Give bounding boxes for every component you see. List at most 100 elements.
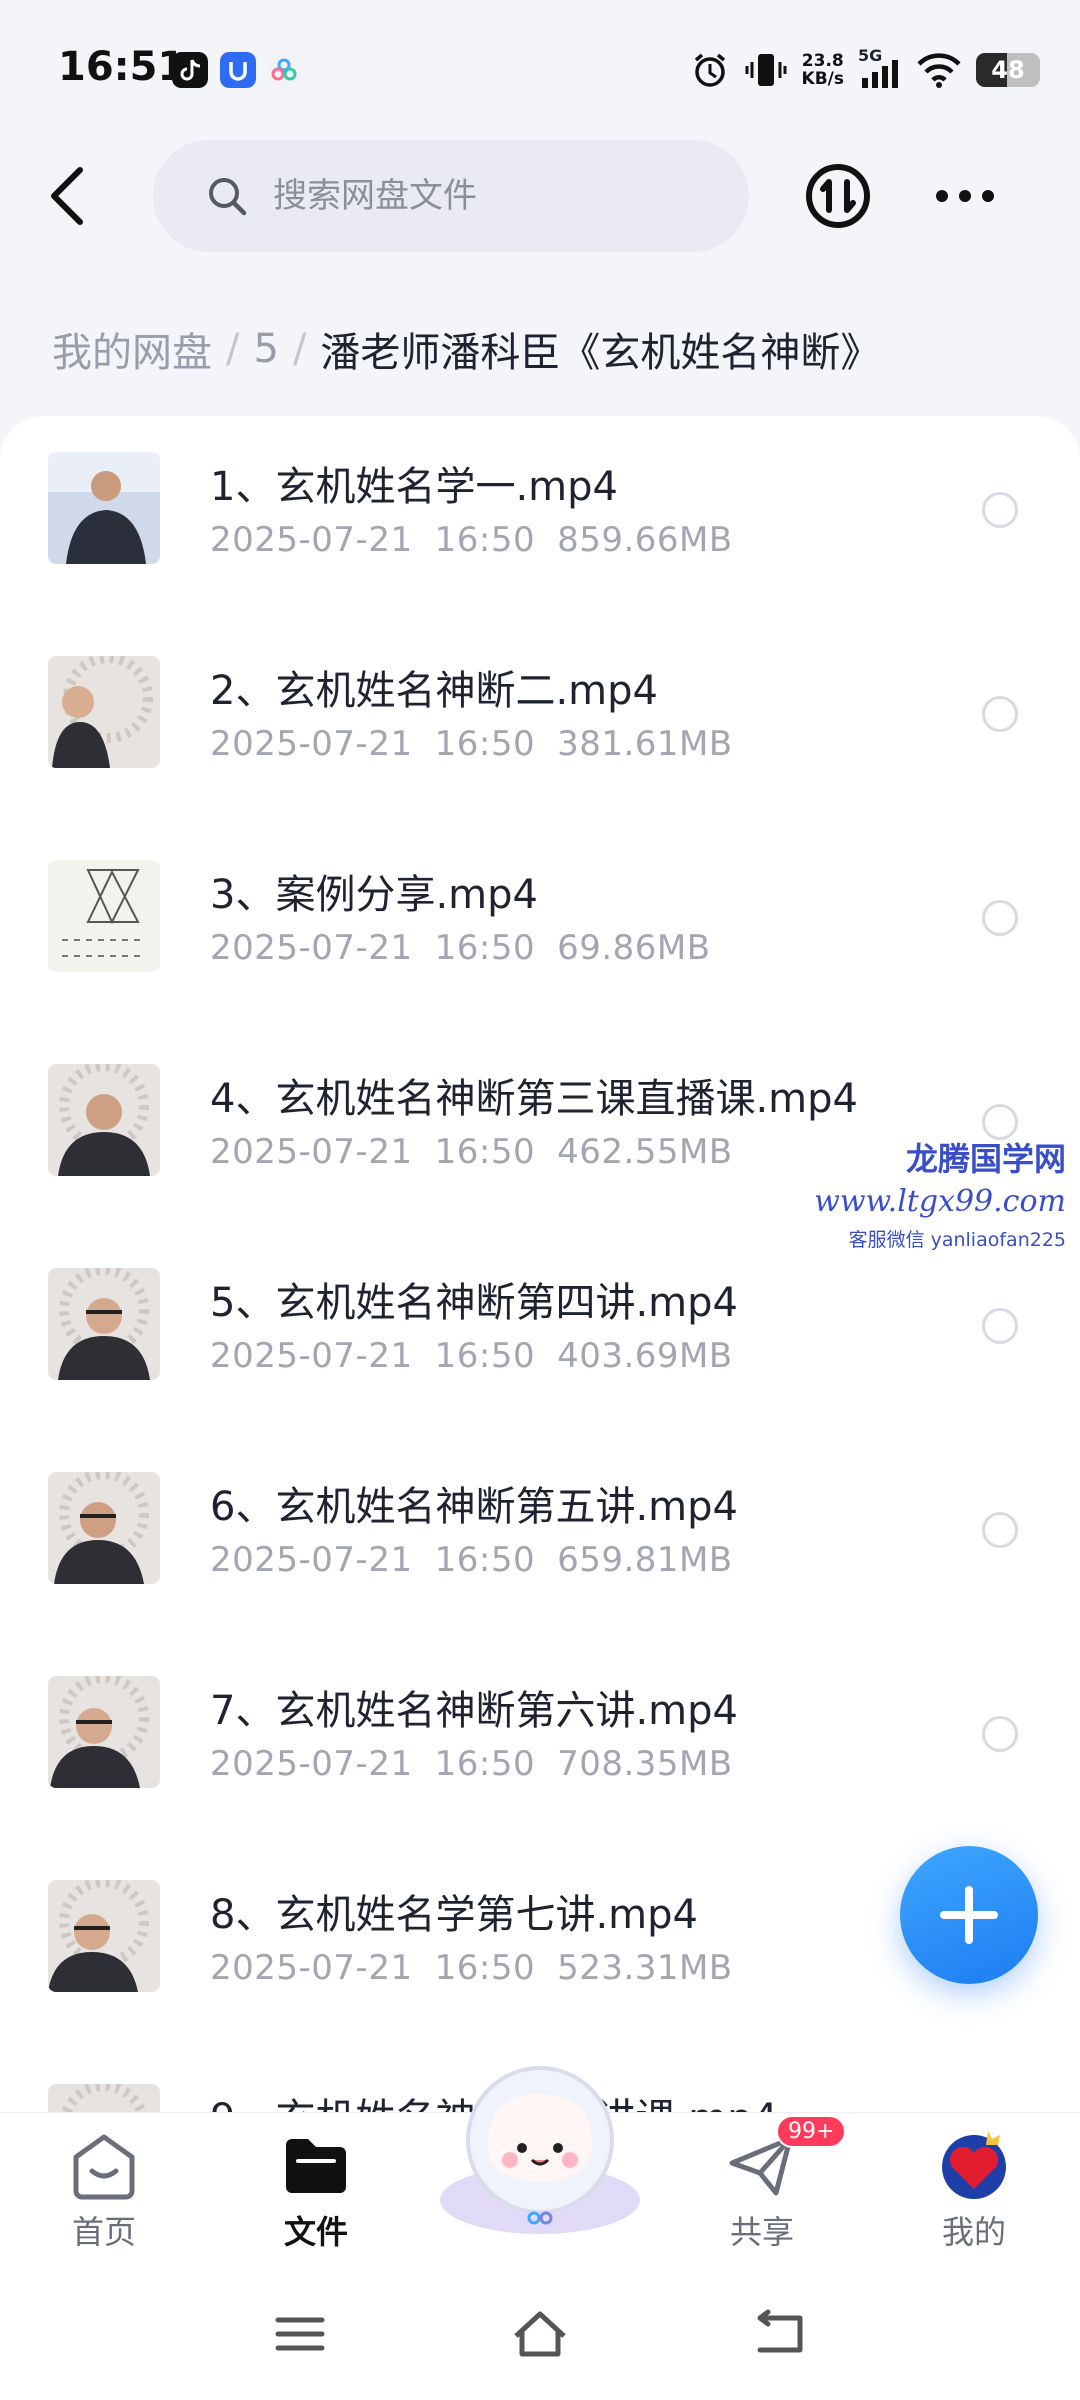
select-checkbox[interactable] [982,492,1018,528]
file-meta: 2025-07-21 16:50 708.35MB [210,1744,733,1784]
watermark: 龙腾国学网 www.ltgx99.com 客服微信 yanliaofan225 [806,1134,1066,1252]
file-size: 708.35MB [557,1744,733,1784]
search-icon [209,178,247,216]
file-row[interactable]: 7、玄机姓名神断第六讲.mp4 2025-07-21 16:50 708.35MB [0,1640,1080,1844]
search-bar[interactable] [153,140,749,252]
file-date: 2025-07-21 [210,1336,413,1376]
file-row[interactable]: 5、玄机姓名神断第四讲.mp4 2025-07-21 16:50 403.69MB [0,1232,1080,1436]
select-checkbox[interactable] [982,696,1018,732]
file-time: 16:50 [434,1744,536,1784]
video-thumbnail [48,1676,160,1788]
file-row[interactable]: 3、案例分享.mp4 2025-07-21 16:50 69.86MB [0,824,1080,1028]
battery-indicator: 48 [976,53,1040,87]
file-date: 2025-07-21 [210,724,413,764]
file-size: 859.66MB [557,520,733,560]
video-thumbnail [48,452,160,564]
battery-level: 48 [991,56,1025,84]
file-name: 3、案例分享.mp4 [210,872,538,918]
file-meta: 2025-07-21 16:50 462.55MB [210,1132,733,1172]
share-badge: 99+ [776,2115,847,2148]
select-checkbox[interactable] [982,1716,1018,1752]
nav-files[interactable]: 文件 [246,2127,386,2253]
cellular-signal: 5G [858,46,902,90]
watermark-contact: 客服微信 yanliaofan225 [848,1229,1066,1251]
file-name: 1、玄机姓名学一.mp4 [210,464,618,510]
file-size: 403.69MB [557,1336,733,1376]
nav-home[interactable]: 首页 [34,2127,174,2253]
file-date: 2025-07-21 [210,1132,413,1172]
breadcrumb-separator: / [226,326,240,372]
file-date: 2025-07-21 [210,1744,413,1784]
nav-mine[interactable]: 我的 [904,2127,1044,2253]
alarm-icon [694,53,725,87]
file-name: 2、玄机姓名神断二.mp4 [210,668,658,714]
add-button[interactable] [900,1846,1038,1984]
vibrate-icon [745,54,787,86]
file-time: 16:50 [434,1132,536,1172]
file-name: 8、玄机姓名学第七讲.mp4 [210,1892,698,1938]
select-checkbox[interactable] [982,1512,1018,1548]
file-meta: 2025-07-21 16:50 403.69MB [210,1336,733,1376]
home-icon [73,2134,135,2200]
select-checkbox[interactable] [982,1308,1018,1344]
menu-icon[interactable] [270,2304,330,2364]
nav-share[interactable]: 99+ 共享 [692,2115,847,2253]
file-date: 2025-07-21 [210,1948,413,1988]
home-nav-icon[interactable] [510,2304,570,2364]
folder-icon [286,2139,346,2193]
wifi-icon [917,53,961,88]
file-time: 16:50 [434,520,536,560]
video-thumbnail [48,1472,160,1584]
file-date: 2025-07-21 [210,1540,413,1580]
file-row[interactable]: 2、玄机姓名神断二.mp4 2025-07-21 16:50 381.61MB [0,620,1080,824]
video-thumbnail [48,1268,160,1380]
more-icon[interactable] [934,180,996,212]
breadcrumb-folder-5[interactable]: 5 [253,326,278,372]
file-size: 523.31MB [557,1948,733,1988]
share-icon-wrap: 99+ [724,2115,847,2203]
mascot-assistant-button[interactable] [430,2050,650,2240]
file-row[interactable]: 6、玄机姓名神断第五讲.mp4 2025-07-21 16:50 659.81MB [0,1436,1080,1640]
net-speed-value: 23.8 [801,51,844,71]
breadcrumb-current: 潘老师潘科臣《玄机姓名神断》 [320,330,881,376]
shield-app-icon [220,52,256,88]
nav-mine-label: 我的 [941,2213,1006,2251]
nav-share-label: 共享 [729,2213,794,2251]
file-time: 16:50 [434,1336,536,1376]
back-button[interactable] [40,160,96,232]
file-name: 5、玄机姓名神断第四讲.mp4 [210,1280,738,1326]
video-thumbnail [48,1880,160,1992]
status-time: 16:51 [58,44,186,90]
file-size: 381.61MB [557,724,733,764]
file-meta: 2025-07-21 16:50 381.61MB [210,724,733,764]
file-meta: 2025-07-21 16:50 859.66MB [210,520,733,560]
video-thumbnail [48,656,160,768]
file-time: 16:50 [434,928,536,968]
file-size: 462.55MB [557,1132,733,1172]
file-name: 7、玄机姓名神断第六讲.mp4 [210,1688,738,1734]
sort-transfer-icon[interactable] [804,162,872,230]
file-time: 16:50 [434,724,536,764]
back-nav-icon[interactable] [750,2304,810,2364]
system-nav-bar [0,2262,1080,2400]
status-bar: 16:51 23.8 KB/s 5G 48 [0,0,1080,140]
breadcrumb: 我的网盘 / 5 / 潘老师潘科臣《玄机姓名神断》 [52,320,880,378]
video-thumbnail [48,1064,160,1176]
breadcrumb-root[interactable]: 我的网盘 [52,320,212,378]
file-meta: 2025-07-21 16:50 69.86MB [210,928,711,968]
plus-icon [940,1886,998,1944]
watermark-title: 龙腾国学网 [905,1140,1066,1178]
nav-files-label: 文件 [283,2213,348,2251]
search-input[interactable] [271,175,695,217]
status-indicators: 23.8 KB/s 5G 48 [690,46,1040,94]
file-time: 16:50 [434,1948,536,1988]
file-row[interactable]: 1、玄机姓名学一.mp4 2025-07-21 16:50 859.66MB [0,416,1080,620]
file-size: 69.86MB [557,928,711,968]
file-meta: 2025-07-21 16:50 523.31MB [210,1948,733,1988]
file-meta: 2025-07-21 16:50 659.81MB [210,1540,733,1580]
breadcrumb-separator: / [292,326,307,372]
file-time: 16:50 [434,1540,536,1580]
file-size: 659.81MB [557,1540,733,1580]
select-checkbox[interactable] [982,900,1018,936]
file-name: 6、玄机姓名神断第五讲.mp4 [210,1484,738,1530]
